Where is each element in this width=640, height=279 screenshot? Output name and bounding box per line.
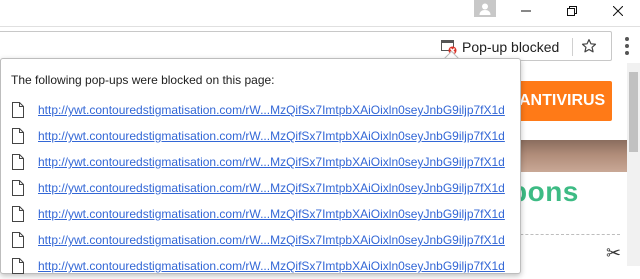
close-icon bbox=[613, 6, 623, 16]
blocked-popup-link[interactable]: http://ywt.contouredstigmatisation.com/r… bbox=[38, 259, 505, 273]
file-icon bbox=[12, 128, 24, 144]
minimize-button[interactable] bbox=[503, 0, 549, 22]
list-item: http://ywt.contouredstigmatisation.com/r… bbox=[11, 253, 505, 279]
blocked-popup-link[interactable]: http://ywt.contouredstigmatisation.com/r… bbox=[38, 129, 505, 143]
popup-blocked-label: Pop-up blocked bbox=[462, 39, 560, 55]
cut-line bbox=[505, 234, 620, 235]
list-item: http://ywt.contouredstigmatisation.com/r… bbox=[11, 97, 505, 123]
popup-blocked-bubble: The following pop-ups were blocked on th… bbox=[0, 58, 521, 274]
popup-blocked-indicator[interactable]: Pop-up blocked bbox=[441, 36, 559, 58]
list-item: http://ywt.contouredstigmatisation.com/r… bbox=[11, 227, 505, 253]
restore-button[interactable] bbox=[549, 0, 595, 22]
file-icon bbox=[12, 180, 24, 196]
bookmark-button[interactable] bbox=[579, 36, 599, 56]
blocked-popup-link[interactable]: http://ywt.contouredstigmatisation.com/r… bbox=[38, 181, 505, 195]
blocked-popup-list: http://ywt.contouredstigmatisation.com/r… bbox=[11, 97, 505, 279]
list-item: http://ywt.contouredstigmatisation.com/r… bbox=[11, 175, 505, 201]
antivirus-button[interactable]: ANTIVIRUS bbox=[505, 81, 612, 121]
restore-icon bbox=[567, 6, 577, 16]
file-icon bbox=[12, 154, 24, 170]
title-bar bbox=[0, 0, 640, 26]
profile-button[interactable] bbox=[474, 0, 496, 17]
blocked-popup-link[interactable]: http://ywt.contouredstigmatisation.com/r… bbox=[38, 103, 505, 117]
omnibox-divider bbox=[572, 38, 573, 56]
list-item: http://ywt.contouredstigmatisation.com/r… bbox=[11, 149, 505, 175]
user-icon bbox=[479, 3, 491, 15]
blocked-popup-link[interactable]: http://ywt.contouredstigmatisation.com/r… bbox=[38, 155, 505, 169]
scrollbar-thumb[interactable] bbox=[629, 72, 638, 152]
address-bar[interactable]: Pop-up blocked bbox=[0, 31, 612, 61]
file-icon bbox=[12, 102, 24, 118]
list-item: http://ywt.contouredstigmatisation.com/r… bbox=[11, 201, 505, 227]
close-button[interactable] bbox=[595, 0, 640, 22]
banner-image bbox=[505, 140, 627, 172]
star-icon bbox=[581, 39, 597, 53]
blocked-popup-link[interactable]: http://ywt.contouredstigmatisation.com/r… bbox=[38, 233, 505, 247]
scissors-icon: ✂ bbox=[606, 243, 622, 263]
list-item: http://ywt.contouredstigmatisation.com/r… bbox=[11, 123, 505, 149]
file-icon bbox=[12, 206, 24, 222]
minimize-icon bbox=[521, 10, 531, 12]
blocked-popup-link[interactable]: http://ywt.contouredstigmatisation.com/r… bbox=[38, 207, 505, 221]
file-icon bbox=[12, 258, 24, 274]
kebab-menu-icon[interactable] bbox=[620, 35, 634, 57]
bubble-heading: The following pop-ups were blocked on th… bbox=[11, 73, 275, 87]
file-icon bbox=[12, 232, 24, 248]
